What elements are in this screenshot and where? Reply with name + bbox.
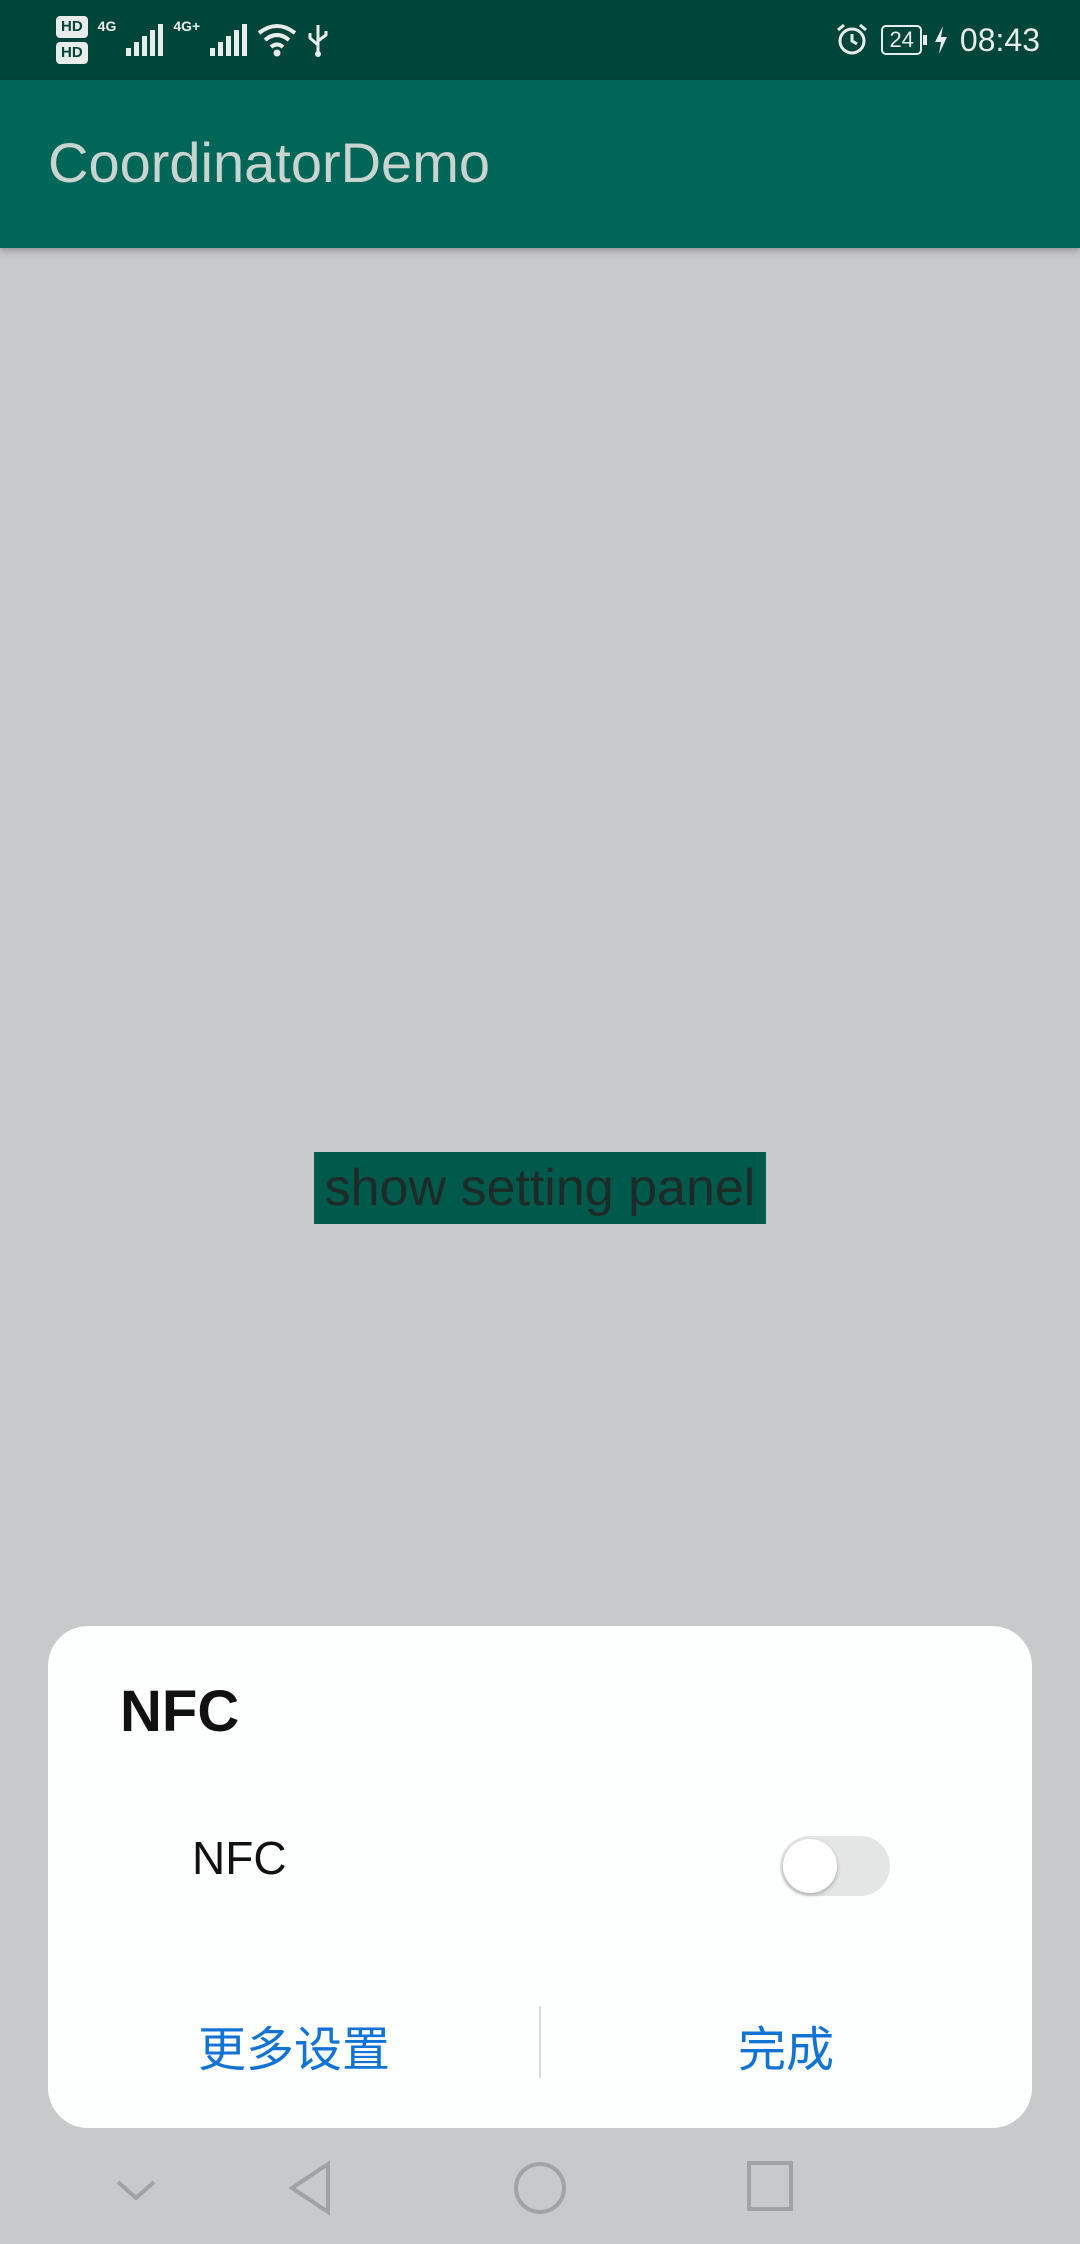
hd-voice-badge-1: HD [56, 16, 88, 38]
hd-voice-badge-2: HD [56, 42, 88, 64]
nfc-settings-panel: NFC NFC 更多设置 完成 [48, 1626, 1032, 2128]
signal-icon-1 [126, 24, 164, 56]
panel-title: NFC [120, 1679, 240, 1744]
home-icon[interactable] [512, 2160, 568, 2216]
panel-actions: 更多设置 完成 [48, 2006, 1032, 2096]
nfc-row-label: NFC [192, 1832, 287, 1884]
battery-indicator: 24 [881, 25, 928, 55]
wifi-icon [257, 24, 297, 57]
toggle-knob [783, 1839, 837, 1893]
network-type-2: 4G+ [173, 18, 201, 34]
navigation-bar [0, 2140, 1080, 2244]
done-button[interactable]: 完成 [540, 2006, 1032, 2096]
nfc-toggle[interactable] [780, 1836, 890, 1896]
chevron-down-icon[interactable] [114, 2178, 158, 2204]
app-title: CoordinatorDemo [48, 131, 490, 194]
recents-icon[interactable] [746, 2160, 794, 2212]
network-type-1: 4G [97, 18, 117, 34]
app-bar: CoordinatorDemo [0, 80, 1080, 248]
charging-icon [934, 26, 947, 54]
signal-icon-2 [210, 24, 248, 56]
usb-icon [308, 25, 328, 57]
status-bar: HD HD 4G 4G+ 24 08:43 [0, 0, 1080, 80]
more-settings-button[interactable]: 更多设置 [48, 2006, 540, 2096]
back-icon[interactable] [286, 2160, 334, 2216]
show-setting-panel-button[interactable]: show setting panel [314, 1152, 766, 1224]
clock: 08:43 [959, 21, 1040, 58]
alarm-icon [837, 23, 868, 55]
